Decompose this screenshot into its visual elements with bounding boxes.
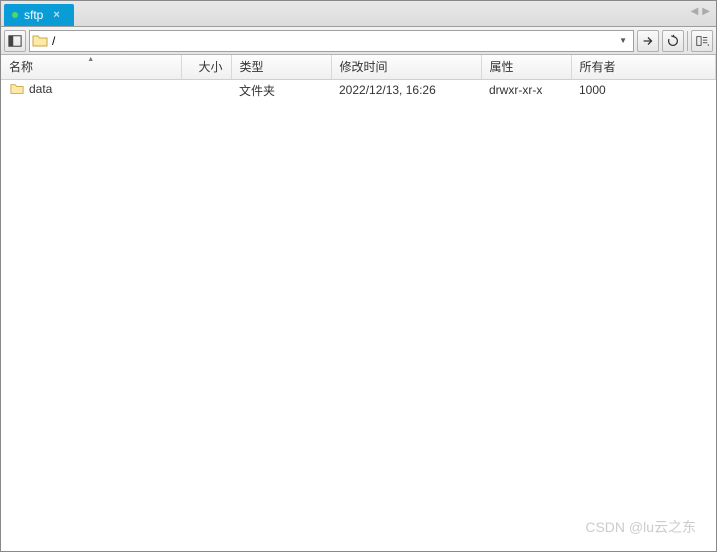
file-owner: 1000 (571, 79, 716, 101)
column-header-row: ▲名称 大小 类型 修改时间 属性 所有者 (1, 55, 716, 79)
next-tab-icon[interactable]: ▶ (702, 6, 710, 17)
col-name[interactable]: ▲名称 (1, 55, 181, 79)
toolbar: ▼ (1, 27, 716, 55)
tab-bar: sftp × ◀ ▶ (1, 1, 716, 27)
col-owner[interactable]: 所有者 (571, 55, 716, 79)
file-mtime: 2022/12/13, 16:26 (331, 79, 481, 101)
col-type[interactable]: 类型 (231, 55, 331, 79)
toggle-sidebar-button[interactable] (4, 30, 26, 52)
file-type: 文件夹 (231, 79, 331, 101)
tab-nav: ◀ ▶ (691, 6, 710, 17)
go-button[interactable] (637, 30, 659, 52)
tab-label: sftp (24, 8, 43, 22)
file-attr: drwxr-xr-x (481, 79, 571, 101)
refresh-icon (666, 34, 680, 48)
panel-icon (8, 34, 22, 48)
file-listing: ▲名称 大小 类型 修改时间 属性 所有者 data 文件夹2022/12/13,… (1, 55, 716, 551)
chevron-down-icon[interactable]: ▼ (615, 36, 631, 45)
view-options-button[interactable] (691, 30, 713, 52)
tab-sftp[interactable]: sftp × (4, 4, 74, 26)
col-attr[interactable]: 属性 (481, 55, 571, 79)
close-icon[interactable]: × (53, 9, 59, 21)
arrow-right-icon (641, 34, 655, 48)
address-bar[interactable]: ▼ (29, 30, 634, 52)
folder-icon (9, 82, 25, 96)
folder-icon (32, 33, 48, 49)
path-input[interactable] (52, 34, 615, 48)
refresh-button[interactable] (662, 30, 684, 52)
prev-tab-icon[interactable]: ◀ (691, 6, 699, 17)
file-size (181, 79, 231, 101)
file-name: data (29, 82, 52, 96)
col-size[interactable]: 大小 (181, 55, 231, 79)
table-row[interactable]: data 文件夹2022/12/13, 16:26drwxr-xr-x1000 (1, 79, 716, 101)
col-mtime[interactable]: 修改时间 (331, 55, 481, 79)
status-dot-icon (12, 12, 18, 18)
separator (687, 31, 688, 51)
sort-asc-icon: ▲ (87, 56, 94, 63)
list-view-icon (695, 34, 709, 48)
